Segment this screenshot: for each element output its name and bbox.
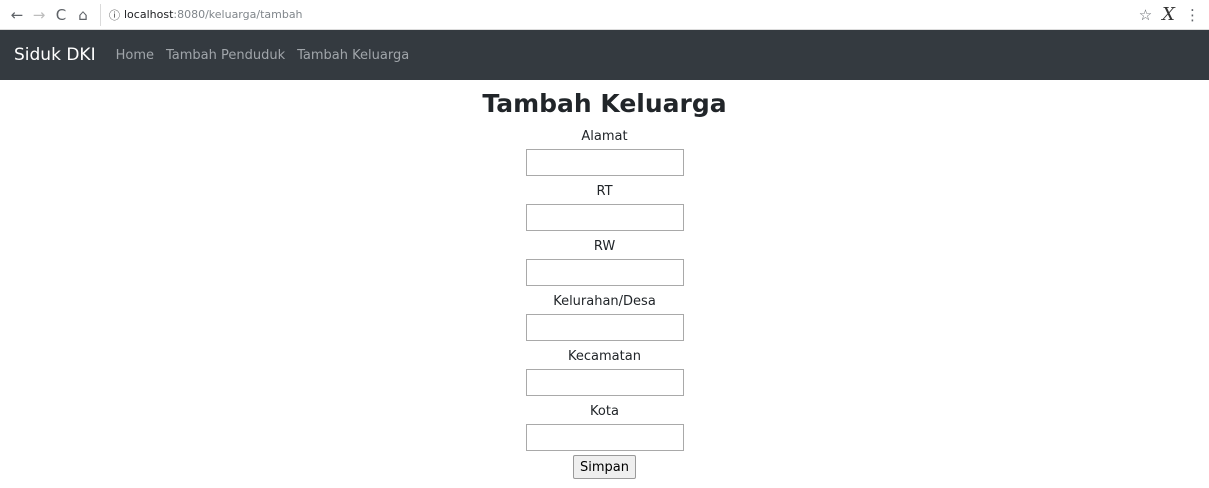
rt-label: RT: [596, 184, 613, 199]
rw-input[interactable]: [525, 259, 684, 286]
nav-link-home[interactable]: Home: [116, 48, 154, 63]
kelurahan-desa-input[interactable]: [525, 314, 684, 341]
url-path: :8080/keluarga/tambah: [173, 8, 303, 21]
kota-input[interactable]: [525, 424, 684, 451]
page-title: Tambah Keluarga: [482, 89, 727, 118]
url-host: localhost: [124, 8, 174, 21]
bookmark-star-icon[interactable]: ☆: [1139, 6, 1152, 24]
navbar-brand[interactable]: Siduk DKI: [14, 45, 96, 65]
kecamatan-label: Kecamatan: [568, 349, 641, 364]
extension-icon[interactable]: X: [1162, 4, 1175, 25]
browser-menu-icon[interactable]: ⋮: [1185, 6, 1200, 24]
simpan-button[interactable]: Simpan: [573, 455, 636, 479]
navbar: Siduk DKI Home Tambah Penduduk Tambah Ke…: [0, 30, 1209, 80]
alamat-label: Alamat: [581, 129, 628, 144]
forward-arrow-icon[interactable]: →: [28, 4, 50, 26]
tambah-keluarga-form: Alamat RT RW Kelurahan/Desa Kecamatan Ko…: [525, 121, 684, 479]
alamat-input[interactable]: [525, 149, 684, 176]
nav-link-tambah-keluarga[interactable]: Tambah Keluarga: [297, 48, 409, 63]
kota-label: Kota: [590, 404, 619, 419]
home-icon[interactable]: ⌂: [72, 4, 94, 26]
main-content: Tambah Keluarga Alamat RT RW Kelurahan/D…: [0, 80, 1209, 479]
kelurahan-desa-label: Kelurahan/Desa: [553, 294, 656, 309]
info-icon[interactable]: ⓘ: [109, 7, 120, 23]
rt-input[interactable]: [525, 204, 684, 231]
rw-label: RW: [593, 239, 616, 254]
nav-link-tambah-penduduk[interactable]: Tambah Penduduk: [166, 48, 285, 63]
kecamatan-input[interactable]: [525, 369, 684, 396]
address-bar[interactable]: ⓘ localhost:8080/keluarga/tambah: [100, 3, 1139, 26]
back-arrow-icon[interactable]: ←: [6, 4, 28, 26]
browser-toolbar: ← → C ⌂ ⓘ localhost:8080/keluarga/tambah…: [0, 0, 1209, 30]
reload-icon[interactable]: C: [50, 4, 72, 26]
